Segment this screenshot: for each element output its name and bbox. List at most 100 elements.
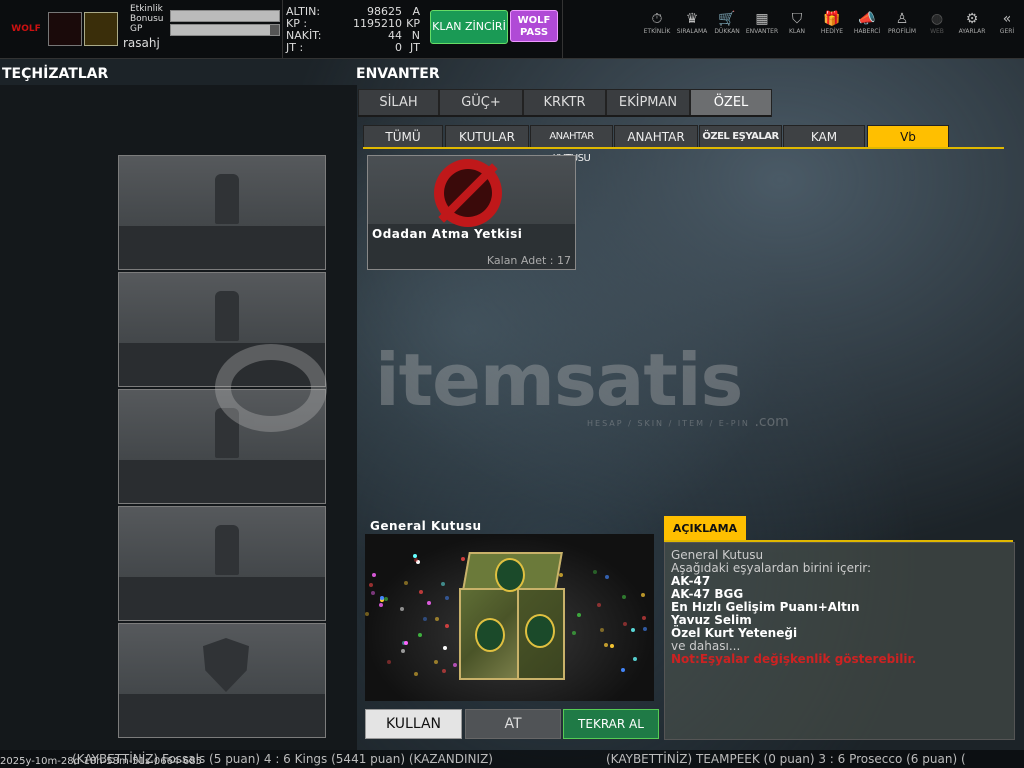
description-tab[interactable]: AÇIKLAMA <box>664 516 746 540</box>
bonus-label: Etkinlik Bonusu <box>130 4 164 24</box>
nav-etkinlik[interactable]: ⏱ ETKİNLİK <box>637 10 677 42</box>
nav-web-label: WEB <box>930 28 944 35</box>
nav-geri[interactable]: «GERİ <box>987 10 1024 42</box>
bonus-bar <box>170 10 280 22</box>
nav-hediye[interactable]: 🎁 HEDİYE <box>812 10 852 42</box>
subtab-underline <box>363 147 1004 149</box>
nav-envanter-label: ENVANTER <box>745 28 779 35</box>
tab-3[interactable]: EKİPMAN <box>606 89 690 117</box>
subtab-3[interactable]: ANAHTAR <box>614 125 698 149</box>
inventory-item[interactable]: Odadan Atma Yetkisi Kalan Adet : 17 <box>367 155 576 270</box>
kick-authority-icon <box>434 159 502 227</box>
sparkle <box>403 640 408 645</box>
nav-klan-label: KLAN <box>788 28 805 35</box>
rebuy-button[interactable]: TEKRAR AL <box>563 709 659 739</box>
emblem-icon <box>525 614 555 648</box>
sparkle <box>365 612 370 617</box>
preview-title: General Kutusu <box>370 519 482 533</box>
gp-bar-fill <box>171 25 271 35</box>
sparkle <box>368 583 373 588</box>
tab-4[interactable]: ÖZEL <box>690 89 772 117</box>
description-note: Not:Eşyalar değişkenlik gösterebilir. <box>671 652 917 666</box>
currency-value: 0 <box>395 41 402 54</box>
wolf-pass-label-1: WOLF <box>517 15 551 26</box>
use-button[interactable]: KULLAN <box>365 709 462 739</box>
nav-etkinlik-label: ETKİNLİK <box>643 28 671 35</box>
divider <box>562 0 563 58</box>
shield-slot-icon <box>203 638 249 692</box>
sparkle <box>442 668 447 673</box>
subtab-0[interactable]: TÜMÜ <box>363 125 443 149</box>
nav-envanter[interactable]: ▦ ENVANTER <box>742 10 782 42</box>
tab-2[interactable]: KRKTR <box>523 89 606 117</box>
subtab-1[interactable]: KUTULAR <box>445 125 529 149</box>
sparkle <box>422 617 427 622</box>
nav-dukkan[interactable]: 🛒 DÜKKAN <box>707 10 747 42</box>
equipment-title: TEÇHİZATLAR <box>2 66 109 82</box>
subtab-4[interactable]: ÖZEL EŞYALAR <box>699 125 782 149</box>
drop-button[interactable]: AT <box>465 709 561 739</box>
wolf-pass-label-2: PASS <box>519 27 549 38</box>
sparkle <box>399 607 404 612</box>
bonus-bar-fill <box>171 11 279 21</box>
currency-unit: JT <box>410 41 420 54</box>
equipment-slot[interactable] <box>118 623 326 738</box>
nav-haberci[interactable]: 📣 HABERCİ <box>847 10 887 42</box>
nav-siralama[interactable]: ♛ SIRALAMA <box>672 10 712 42</box>
sparkle <box>443 645 448 650</box>
nav-klan[interactable]: ⛉ KLAN <box>777 10 817 42</box>
sparkle <box>433 660 438 665</box>
sparkle <box>596 603 601 608</box>
description-panel: General Kutusu Aşağıdaki eşyalardan biri… <box>664 542 1015 740</box>
nav-web[interactable]: ◍ WEB <box>917 10 957 42</box>
sparkle <box>441 582 446 587</box>
sparkle <box>642 627 647 632</box>
nav-profilim-icon: ♙ <box>895 11 909 27</box>
nav-ayarlar-label: AYARLAR <box>958 28 986 35</box>
sparkle <box>387 659 392 664</box>
sparkle <box>632 657 637 662</box>
ticker-right: (KAYBETTİNİZ) TEAMPEEK (0 puan) 3 : 6 Pr… <box>606 752 966 766</box>
nav-siralama-label: SIRALAMA <box>676 28 708 35</box>
sparkle <box>370 591 375 596</box>
clan-chain-button[interactable]: KLAN ZİNCİRİ <box>430 10 508 44</box>
nav-geri-icon: « <box>1002 11 1012 27</box>
subtab-6[interactable]: Vb <box>867 125 949 149</box>
nav-haberci-icon: 📣 <box>858 11 876 27</box>
nav-ayarlar-icon: ⚙ <box>965 11 979 27</box>
wolf-logo-icon: WOLF <box>11 24 41 34</box>
clan-badge-icon[interactable] <box>48 12 82 46</box>
subtab-5[interactable]: KAM <box>783 125 865 149</box>
top-bar: WOLF Etkinlik Bonusu GP rasahj ALTIN: 986… <box>0 0 1024 59</box>
watermark-sub: HESAP / SKIN / ITEM / E-PIN .com <box>587 414 789 430</box>
watermark-brand: itemsatis <box>375 338 743 422</box>
emblem-icon <box>495 558 525 592</box>
equipment-slot[interactable] <box>118 506 326 621</box>
subtab-2[interactable]: ANAHTAR KUTUSU <box>530 125 613 164</box>
emblem-icon <box>475 618 505 652</box>
sparkle <box>404 580 409 585</box>
wolf-pass-button[interactable]: WOLF PASS <box>510 10 558 42</box>
nav-profilim[interactable]: ♙ PROFİLİM <box>882 10 922 42</box>
tab-1[interactable]: GÜÇ+ <box>439 89 523 117</box>
sparkle <box>630 628 635 633</box>
general-box-icon <box>455 552 565 682</box>
sparkle <box>621 667 626 672</box>
nav-ayarlar[interactable]: ⚙ AYARLAR <box>952 10 992 42</box>
nav-hediye-label: HEDİYE <box>820 28 844 35</box>
inventory-title: ENVANTER <box>356 66 440 82</box>
equipment-slot[interactable] <box>118 155 326 270</box>
description-text: General Kutusu Aşağıdaki eşyalardan biri… <box>671 549 916 666</box>
spray-slot-icon <box>215 291 239 341</box>
currency-key: JT : <box>286 41 304 54</box>
nav-klan-icon: ⛉ <box>791 11 803 27</box>
tab-0[interactable]: SİLAH <box>358 89 439 117</box>
sparkle <box>600 627 605 632</box>
equipment-slot[interactable] <box>118 389 326 504</box>
equipment-slot[interactable] <box>118 272 326 387</box>
nav-profilim-label: PROFİLİM <box>887 28 917 35</box>
nav-web-icon: ◍ <box>930 11 944 27</box>
sparkle <box>576 613 581 618</box>
nav-siralama-icon: ♛ <box>685 11 699 27</box>
sparkle <box>642 615 647 620</box>
